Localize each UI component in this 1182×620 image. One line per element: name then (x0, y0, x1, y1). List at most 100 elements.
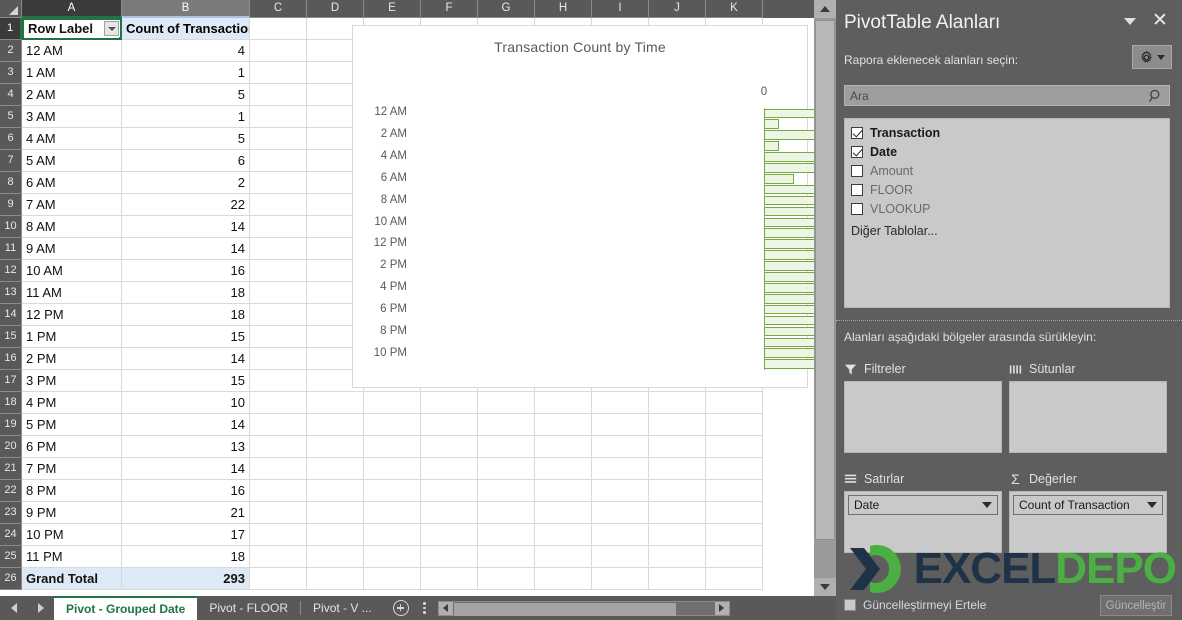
cell-empty[interactable] (364, 458, 421, 480)
cell-empty[interactable] (592, 392, 649, 414)
cell-empty[interactable] (250, 480, 307, 502)
cell-empty[interactable] (478, 458, 535, 480)
cell-empty[interactable] (364, 502, 421, 524)
cell-empty[interactable] (250, 524, 307, 546)
cell-empty[interactable] (592, 524, 649, 546)
cell-empty[interactable] (250, 436, 307, 458)
cell-count-value[interactable]: 17 (122, 524, 250, 546)
cell-empty[interactable] (649, 568, 706, 590)
cell-empty[interactable] (535, 392, 592, 414)
cell-empty[interactable] (250, 62, 307, 84)
select-all-corner[interactable] (0, 0, 22, 18)
checkbox-icon[interactable] (851, 183, 863, 196)
cell-count-value[interactable]: 14 (122, 414, 250, 436)
cell-empty[interactable] (364, 480, 421, 502)
cell-empty[interactable] (478, 502, 535, 524)
worksheet-grid[interactable]: ABCDEFGHIJK 1 2 3 4 5 6 7 8 9 10 11 12 13 14 15 16 17 18 1… (0, 0, 836, 596)
cell-count-value[interactable]: 293 (122, 568, 250, 590)
field-list-item-vlookup[interactable]: VLOOKUP (845, 199, 1169, 218)
cell-empty[interactable] (649, 458, 706, 480)
cell-row-label[interactable]: 6 AM (22, 172, 122, 194)
table-row[interactable]: 9 PM 21 (22, 502, 836, 524)
table-row[interactable]: 6 PM 13 (22, 436, 836, 458)
cell-count-value[interactable]: 14 (122, 238, 250, 260)
table-row[interactable]: 4 PM 10 (22, 392, 836, 414)
cell-empty[interactable] (706, 546, 763, 568)
cell-count-value[interactable]: 1 (122, 62, 250, 84)
field-pill-dropdown-icon[interactable] (1147, 502, 1157, 508)
cell-empty[interactable] (706, 480, 763, 502)
column-header-j[interactable]: J (649, 0, 706, 18)
cell-empty[interactable] (250, 18, 307, 40)
horizontal-scroll-thumb[interactable] (453, 602, 676, 616)
cell-empty[interactable] (592, 546, 649, 568)
row-header-6[interactable]: 6 (0, 128, 22, 150)
field-search-box[interactable] (844, 85, 1170, 106)
field-pill-rows[interactable]: Date (848, 495, 998, 515)
row-header-17[interactable]: 17 (0, 370, 22, 392)
column-header-d[interactable]: D (307, 0, 364, 18)
cell-empty[interactable] (250, 40, 307, 62)
cell-empty[interactable] (421, 414, 478, 436)
cell-empty[interactable] (706, 502, 763, 524)
cell-empty[interactable] (478, 524, 535, 546)
cell-empty[interactable] (649, 524, 706, 546)
column-header-k[interactable]: K (706, 0, 763, 18)
cell-empty[interactable] (478, 436, 535, 458)
pivot-chart[interactable]: Transaction Count by Time 0510152025 12 … (352, 25, 836, 388)
field-list-item-floor[interactable]: FLOOR (845, 180, 1169, 199)
cell-count-value[interactable]: 15 (122, 370, 250, 392)
cell-empty[interactable] (250, 326, 307, 348)
cell-empty[interactable] (250, 304, 307, 326)
cell-count-value[interactable]: 18 (122, 282, 250, 304)
row-header-8[interactable]: 8 (0, 172, 22, 194)
cell-empty[interactable] (250, 194, 307, 216)
cell-empty[interactable] (535, 568, 592, 590)
cell-row-label[interactable]: 6 PM (22, 436, 122, 458)
cell-row-label[interactable]: 12 AM (22, 40, 122, 62)
field-list-item-amount[interactable]: Amount (845, 161, 1169, 180)
cell-empty[interactable] (250, 458, 307, 480)
cell-empty[interactable] (421, 480, 478, 502)
cell-empty[interactable] (478, 546, 535, 568)
cell-empty[interactable] (478, 414, 535, 436)
column-header-f[interactable]: F (421, 0, 478, 18)
cell-empty[interactable] (307, 568, 364, 590)
cell-count-value[interactable]: 22 (122, 194, 250, 216)
cell-count-value[interactable]: 14 (122, 348, 250, 370)
column-header-a[interactable]: A (22, 0, 122, 18)
cell-empty[interactable] (364, 392, 421, 414)
cell-count-value[interactable]: 16 (122, 260, 250, 282)
row-header-5[interactable]: 5 (0, 106, 22, 128)
cell-empty[interactable] (307, 524, 364, 546)
cell-empty[interactable] (649, 436, 706, 458)
cell-empty[interactable] (649, 392, 706, 414)
zone-columns[interactable]: Sütunlar (1009, 360, 1167, 453)
cell-count-value[interactable]: 13 (122, 436, 250, 458)
row-header-3[interactable]: 3 (0, 62, 22, 84)
cell-row-label[interactable]: 1 AM (22, 62, 122, 84)
cell-row-label[interactable]: 5 AM (22, 150, 122, 172)
cell-count-value[interactable]: 18 (122, 304, 250, 326)
cell-empty[interactable] (250, 282, 307, 304)
cell-count-value[interactable]: 14 (122, 458, 250, 480)
checkbox-icon[interactable] (851, 145, 863, 158)
cell-row-label[interactable]: 4 AM (22, 128, 122, 150)
cell-empty[interactable] (706, 392, 763, 414)
row-header-10[interactable]: 10 (0, 216, 22, 238)
field-pill-dropdown-icon[interactable] (982, 502, 992, 508)
cell-row-label[interactable]: 4 PM (22, 392, 122, 414)
row-header-1[interactable]: 1 (0, 18, 22, 40)
horizontal-scrollbar[interactable] (437, 600, 730, 616)
cell-empty[interactable] (649, 546, 706, 568)
cell-row-label[interactable]: 2 PM (22, 348, 122, 370)
row-header-9[interactable]: 9 (0, 194, 22, 216)
column-header-h[interactable]: H (535, 0, 592, 18)
next-sheet-icon[interactable] (37, 603, 44, 613)
cell-empty[interactable] (592, 568, 649, 590)
sheet-tab-2[interactable]: Pivot - FLOOR (197, 596, 300, 620)
column-header-c[interactable]: C (250, 0, 307, 18)
cell-a1-row-label[interactable]: Row Label (22, 18, 122, 40)
scroll-left-button[interactable] (438, 601, 453, 615)
cell-count-value[interactable]: 10 (122, 392, 250, 414)
